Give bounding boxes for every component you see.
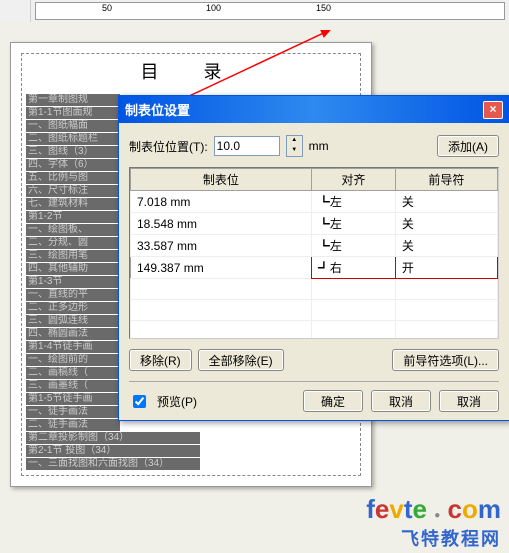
cancel-button[interactable]: 取消 (371, 390, 431, 412)
doc-line: 四、椭圆画法 (26, 328, 120, 340)
page-title: 目 录 (26, 58, 356, 84)
doc-line: 第1-3节 (26, 276, 120, 288)
leader-options-button[interactable]: 前导符选项(L)... (392, 349, 499, 371)
doc-line: 七、建筑材料 (26, 198, 120, 210)
col-tab[interactable]: 制表位 (131, 169, 312, 191)
doc-line: 一、徒手画法 (26, 406, 120, 418)
close-button[interactable]: × (483, 101, 503, 119)
watermark-site: fevte ● com (366, 494, 501, 525)
doc-line: 二、图纸标题栏 (26, 133, 120, 145)
unit-label: mm (309, 139, 329, 153)
doc-line: 第1-5节徒手画 (26, 393, 120, 405)
doc-line: 五、比例与图 (26, 172, 120, 184)
preview-label: 预览(P) (157, 393, 197, 410)
doc-line: 三、图线（3） (26, 146, 120, 158)
add-button[interactable]: 添加(A) (437, 135, 499, 157)
doc-line: 第2-1节 投图（34） (26, 445, 200, 457)
table-cell[interactable]: 33.587 mm (131, 235, 312, 257)
table-cell[interactable]: 18.548 mm (131, 213, 312, 235)
ruler-tick: 50 (102, 3, 112, 13)
table-cell[interactable]: 149.387 mm (131, 257, 312, 279)
preview-checkbox[interactable] (133, 395, 146, 408)
ok-button[interactable]: 确定 (303, 390, 363, 412)
table-cell[interactable]: ┗左 (311, 213, 395, 235)
watermark: fevte ● com 飞特教程网 (366, 494, 501, 551)
table-cell[interactable]: ┛右 (311, 257, 395, 279)
ruler-corner (0, 0, 31, 22)
doc-line: 第一章制图规 (26, 94, 120, 106)
tab-settings-dialog: 制表位设置 × 制表位位置(T): ▲▼ mm 添加(A) 制表位 对齐 前导符… (118, 95, 509, 421)
doc-line: 二、分规、圆 (26, 237, 120, 249)
ruler-bar: 50 100 150 (0, 0, 509, 23)
table-row[interactable]: 7.018 mm┗左关 (131, 191, 498, 213)
doc-line: 一、直线的平 (26, 289, 120, 301)
doc-line: 第二章投影制图（34） (26, 432, 200, 444)
doc-line: 一、绘图板、 (26, 224, 120, 236)
watermark-cn: 飞特教程网 (366, 525, 501, 551)
ruler-tick: 150 (316, 3, 331, 13)
doc-line: 三、绘图用笔 (26, 250, 120, 262)
col-leader[interactable]: 前导符 (395, 169, 497, 191)
doc-line: 三、画墨线（ (26, 380, 120, 392)
doc-line: 六、尺寸标注 (26, 185, 120, 197)
doc-line: 第1-2节 (26, 211, 120, 223)
dialog-titlebar[interactable]: 制表位设置 × (119, 96, 509, 123)
table-cell[interactable]: 7.018 mm (131, 191, 312, 213)
remove-button[interactable]: 移除(R) (129, 349, 192, 371)
doc-line: 一、图纸幅面 (26, 120, 120, 132)
doc-line: 一、绘图前的 (26, 354, 120, 366)
doc-line: 四、其他辅助 (26, 263, 120, 275)
table-row[interactable]: 33.587 mm┗左关 (131, 235, 498, 257)
doc-line: 二、画稿线（ (26, 367, 120, 379)
table-row (131, 279, 498, 300)
doc-line: 二、正多边形 (26, 302, 120, 314)
table-cell[interactable]: 关 (395, 191, 497, 213)
table-row (131, 321, 498, 340)
ruler-tick: 100 (206, 3, 221, 13)
remove-all-button[interactable]: 全部移除(E) (198, 349, 284, 371)
table-cell[interactable]: 关 (395, 213, 497, 235)
doc-line: 第1-4节徒手画 (26, 341, 120, 353)
doc-line: 第1-1节图面规 (26, 107, 120, 119)
col-align[interactable]: 对齐 (311, 169, 395, 191)
table-cell[interactable]: ┗左 (311, 235, 395, 257)
dialog-title: 制表位设置 (125, 100, 190, 119)
table-cell[interactable]: 开 (395, 257, 497, 279)
tab-list[interactable]: 制表位 对齐 前导符 7.018 mm┗左关18.548 mm┗左关33.587… (129, 167, 499, 339)
tab-position-label: 制表位位置(T): (129, 138, 208, 155)
tab-position-spinner[interactable]: ▲▼ (286, 135, 303, 157)
table-row[interactable]: 18.548 mm┗左关 (131, 213, 498, 235)
doc-line: 四、字体（6） (26, 159, 120, 171)
horizontal-ruler[interactable]: 50 100 150 (35, 2, 505, 20)
table-cell[interactable]: 关 (395, 235, 497, 257)
cancel-button-2[interactable]: 取消 (439, 390, 499, 412)
table-cell[interactable]: ┗左 (311, 191, 395, 213)
tab-position-input[interactable] (214, 136, 280, 156)
doc-line: 一、三面找图和六面找图（34） (26, 458, 200, 470)
table-row[interactable]: 149.387 mm┛右开 (131, 257, 498, 279)
doc-line: 三、圆弧连线 (26, 315, 120, 327)
doc-line: 二、徒手画法 (26, 419, 120, 431)
table-row (131, 300, 498, 321)
